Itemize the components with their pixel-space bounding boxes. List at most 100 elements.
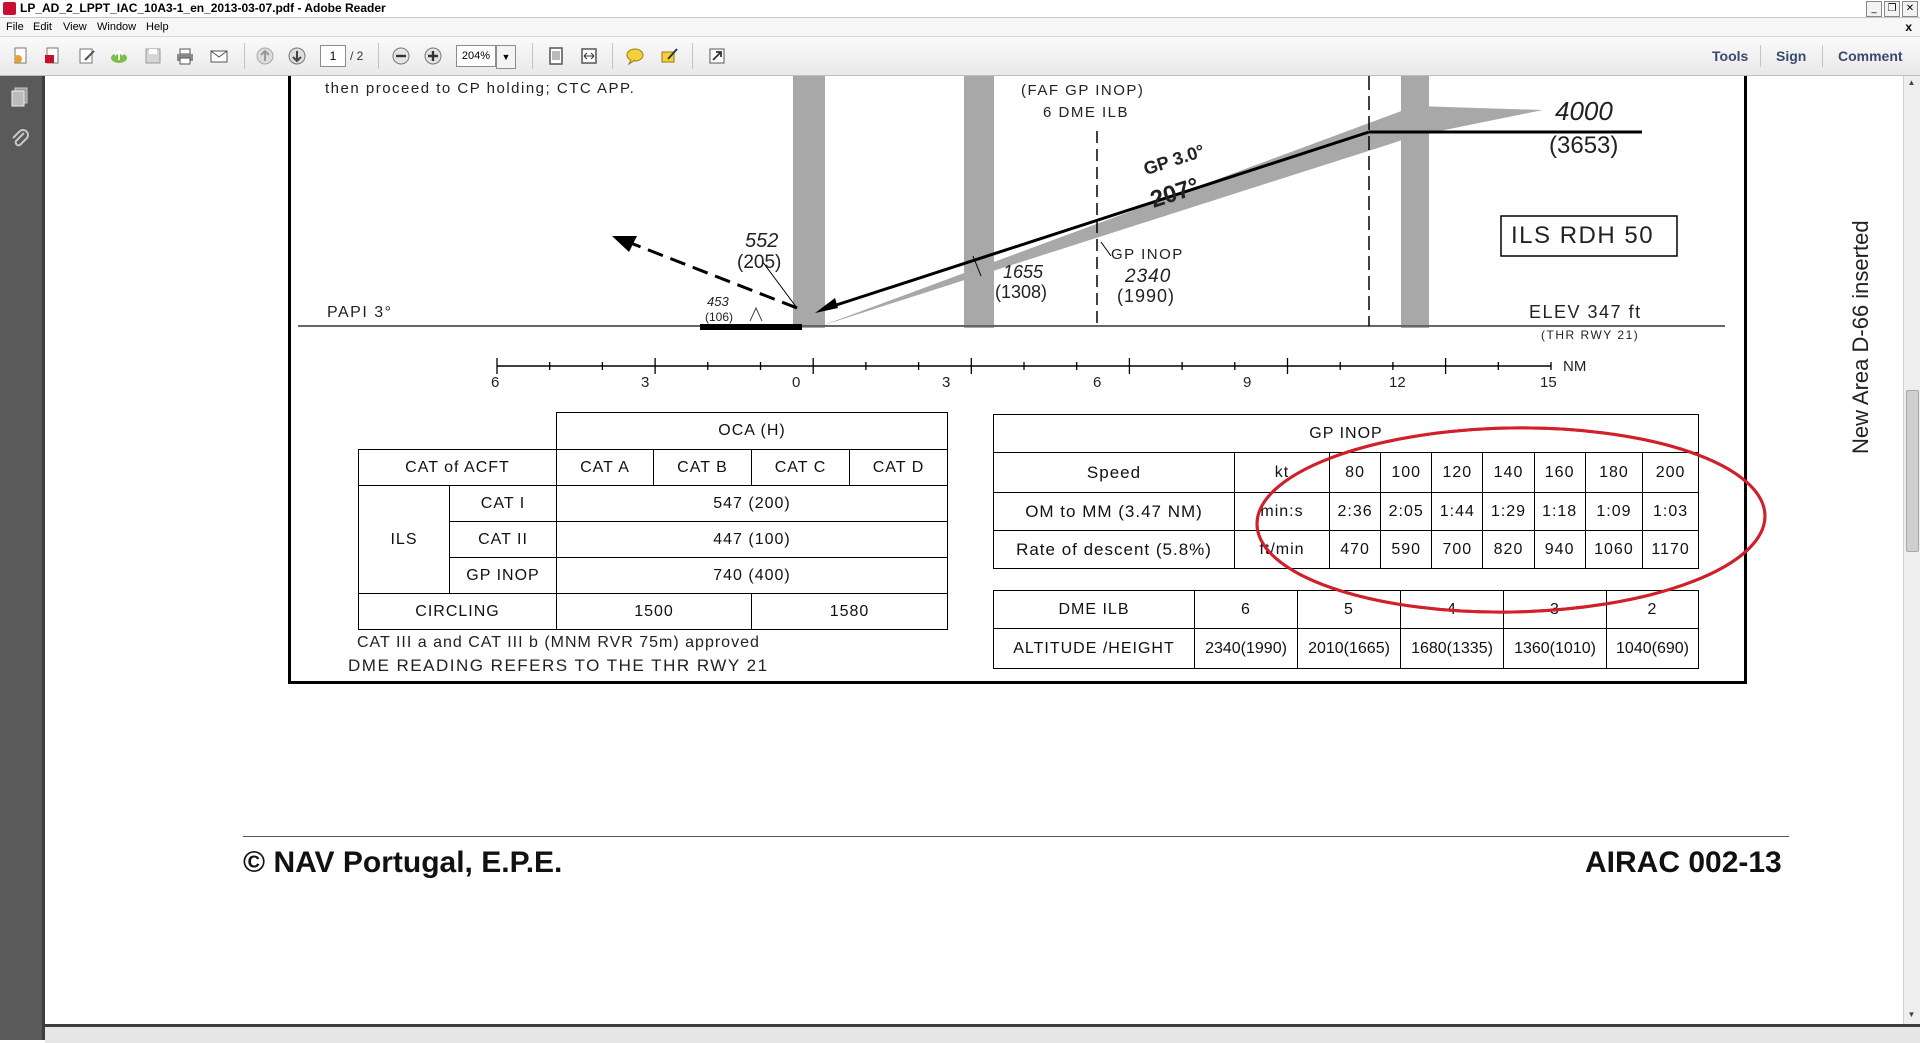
menu-bar: File Edit View Window Help x [0, 18, 1920, 37]
zoom-level-input[interactable]: 204% [456, 45, 496, 67]
cat-c-header: CAT C [751, 449, 850, 486]
email-icon[interactable] [208, 45, 230, 67]
oca-header: OCA (H) [556, 412, 948, 450]
menu-edit[interactable]: Edit [33, 18, 52, 36]
create-pdf-icon[interactable] [10, 45, 32, 67]
gp-inop-label: GP INOP [1111, 246, 1184, 263]
scrollbar-thumb[interactable] [1906, 390, 1919, 552]
altitude-value: 2340(1990) [1194, 628, 1298, 669]
altitude-value: 1680(1335) [1400, 628, 1504, 669]
speed-value: 100 [1380, 452, 1433, 493]
scroll-down-icon[interactable]: ▼ [1905, 1010, 1918, 1022]
gp-inop-row-value: 740 (400) [556, 557, 948, 594]
circling-cd-value: 1580 [751, 593, 948, 630]
time-value: 1:29 [1482, 492, 1535, 531]
time-value: 2:05 [1380, 492, 1433, 531]
scale-label: 6 [1093, 374, 1102, 391]
window-title: LP_AD_2_LPPT_IAC_10A3-1_en_2013-03-07.pd… [20, 1, 386, 15]
previous-page-icon[interactable] [254, 45, 276, 67]
zoom-dropdown-icon[interactable]: ▼ [496, 45, 516, 69]
tools-pane-button[interactable]: Tools [1712, 37, 1748, 75]
title-bar: LP_AD_2_LPPT_IAC_10A3-1_en_2013-03-07.pd… [0, 0, 1920, 18]
comment-icon[interactable] [624, 45, 646, 67]
rate-value: 1170 [1642, 530, 1699, 569]
gp-inop-height: (1990) [1117, 286, 1176, 306]
cat-d-header: CAT D [849, 449, 948, 486]
sign-pane-button[interactable]: Sign [1776, 37, 1806, 75]
rate-value: 470 [1328, 530, 1382, 569]
airac-text: AIRAC 002-13 [1585, 846, 1782, 879]
altitude-value: 2010(1665) [1297, 628, 1401, 669]
rate-unit: ft/min [1234, 530, 1330, 569]
rate-value: 700 [1431, 530, 1484, 569]
dme-value: 5 [1297, 590, 1401, 629]
upload-cloud-icon[interactable] [108, 45, 130, 67]
speed-label: Speed [993, 452, 1235, 493]
toolbar-separator [378, 43, 379, 69]
threshold-label: (THR RWY 21) [1541, 328, 1640, 342]
zoom-in-icon[interactable] [422, 45, 444, 67]
toolbar-separator [1822, 45, 1823, 67]
dme-note: DME READING REFERS TO THE THR RWY 21 [348, 656, 769, 675]
speed-value: 180 [1584, 452, 1644, 493]
cat-iii-note: CAT III a and CAT III b (MNM RVR 75m) ap… [357, 634, 760, 651]
rate-value: 1060 [1584, 530, 1644, 569]
gp-inop-row-label: GP INOP [449, 557, 557, 594]
time-value: 2:36 [1328, 492, 1382, 531]
gp-inop-altitude: 2340 [1125, 266, 1172, 287]
print-icon[interactable] [174, 45, 196, 67]
toolbar-separator [244, 43, 245, 69]
next-page-icon[interactable] [286, 45, 308, 67]
scale-label: 15 [1540, 374, 1557, 391]
rate-value: 590 [1380, 530, 1433, 569]
menu-view[interactable]: View [63, 18, 87, 36]
save-icon[interactable] [142, 45, 164, 67]
cat-b-header: CAT B [653, 449, 752, 486]
dme-value: 2 [1606, 590, 1699, 629]
time-value: 1:44 [1431, 492, 1484, 531]
menu-file[interactable]: File [6, 18, 24, 36]
altitude-value: 1360(1010) [1503, 628, 1607, 669]
altitude-height-label: ALTITUDE /HEIGHT [993, 628, 1195, 669]
dme-altitude-table: DME ILB 6 5 4 3 2 ALTITUDE /HEIGHT 2340(… [993, 590, 1699, 669]
minimize-button[interactable]: _ [1866, 1, 1882, 17]
page-thumbnails-icon[interactable] [9, 86, 31, 108]
scale-label: 0 [792, 374, 801, 391]
scale-label: 6 [491, 374, 500, 391]
altitude-4000: 4000 [1555, 96, 1613, 126]
height-3653: (3653) [1549, 132, 1619, 159]
page-number-input[interactable]: 1 [320, 45, 346, 67]
comment-pane-button[interactable]: Comment [1838, 37, 1903, 75]
highlight-icon[interactable] [658, 45, 680, 67]
scroll-up-icon[interactable]: ▲ [1905, 78, 1918, 90]
time-unit: min:s [1234, 492, 1330, 531]
full-screen-icon[interactable] [706, 45, 728, 67]
circling-ab-value: 1500 [556, 593, 752, 630]
close-document-icon[interactable]: x [1905, 18, 1912, 36]
obstacle-1655: 1655 [1003, 262, 1044, 282]
navigation-pane [0, 76, 45, 1040]
attachments-icon[interactable] [9, 128, 31, 150]
time-value: 1:09 [1584, 492, 1644, 531]
export-pdf-icon[interactable] [42, 45, 64, 67]
cat-ii-value: 447 (100) [556, 521, 948, 558]
dme-value: 6 [1194, 590, 1298, 629]
close-button[interactable]: ✕ [1902, 1, 1918, 17]
oca-table: OCA (H) CAT of ACFT CAT A CAT B CAT C CA… [358, 412, 948, 630]
menu-help[interactable]: Help [146, 18, 169, 36]
cat-ii-label: CAT II [449, 521, 557, 558]
ils-label: ILS [358, 485, 450, 594]
ils-rdh-label: ILS RDH 50 [1511, 222, 1655, 249]
fit-page-icon[interactable] [545, 45, 567, 67]
faf-dme-label: 6 DME ILB [1043, 104, 1130, 121]
edit-pdf-icon[interactable] [76, 45, 98, 67]
cat-of-acft-label: CAT of ACFT [358, 449, 557, 486]
dme-ilb-label: DME ILB [993, 590, 1195, 629]
zoom-out-icon[interactable] [390, 45, 412, 67]
gp-inop-table-header: GP INOP [993, 414, 1699, 453]
restore-button[interactable]: ❐ [1884, 1, 1900, 17]
document-view[interactable]: then proceed to CP holding; CTC APP. (FA… [45, 76, 1903, 1024]
fit-width-icon[interactable] [578, 45, 600, 67]
menu-window[interactable]: Window [97, 18, 136, 36]
obstacle-453: 453 [707, 294, 729, 309]
